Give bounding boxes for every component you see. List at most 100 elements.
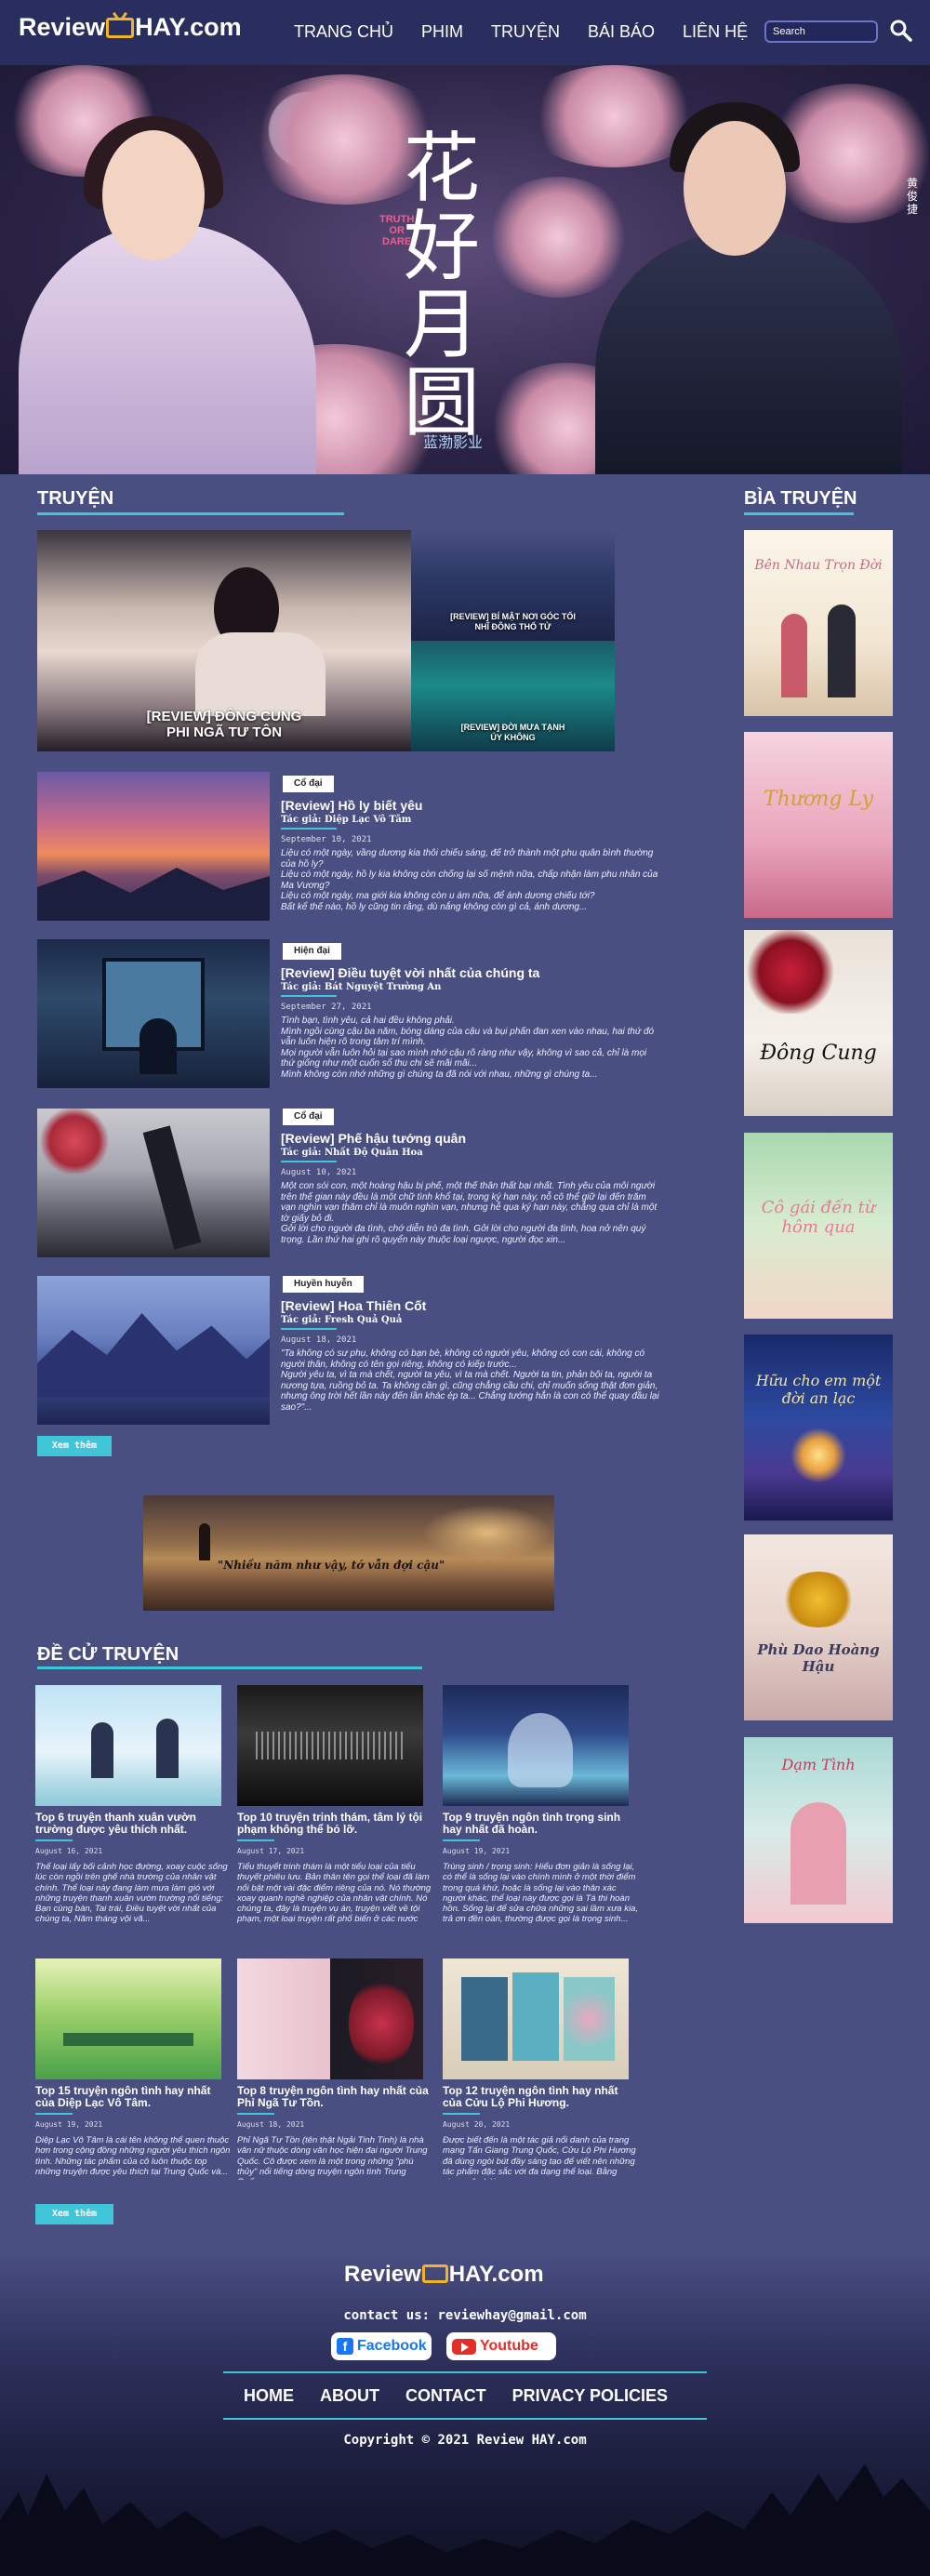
book-cover[interactable]: Phù Dao Hoàng Hậu [744, 1534, 893, 1720]
story-excerpt: Liệu có một ngày, vầng dương kia thôi ch… [281, 848, 658, 912]
recommend-thumbnail[interactable] [35, 1685, 221, 1806]
facebook-button[interactable]: f Facebook [331, 2332, 432, 2360]
featured-story-large-title: [REVIEW] ĐÔNG CUNG PHI NGÃ TƯ TÔN [146, 709, 302, 740]
story-author: Tác giả: Fresh Quả Quả [281, 1315, 403, 1325]
featured-story-large[interactable]: [REVIEW] ĐÔNG CUNG PHI NGÃ TƯ TÔN [37, 530, 411, 751]
cover-title: Đông Cung [760, 1042, 877, 1065]
female-lead-face [102, 130, 205, 260]
recommend-title[interactable]: Top 8 truyện ngôn tình hay nhất của Phỉ … [237, 2085, 432, 2109]
youtube-icon [452, 2339, 476, 2355]
logo-text-left: Review [344, 2262, 421, 2287]
recommend-excerpt: Tiểu thuyết trinh thám là một tiểu loại … [237, 1862, 432, 1925]
recommend-thumbnail[interactable] [443, 1959, 629, 2079]
forest-silhouette [0, 2464, 930, 2576]
story-thumbnail[interactable] [37, 939, 270, 1088]
recommend-title[interactable]: Top 9 truyện ngôn tình trọng sinh hay nh… [443, 1812, 638, 1836]
nav-bai-bao[interactable]: BÁI BÁO [588, 22, 655, 42]
quote-banner[interactable]: "Nhiều năm như vậy, tớ vẫn đợi cậu" [143, 1495, 554, 1611]
story-excerpt: Tình bạn, tình yêu, cả hai đều không phả… [281, 1016, 655, 1080]
footer-copyright: Copyright © 2021 Review HAY.com [343, 2433, 587, 2448]
recommend-thumbnail[interactable] [35, 1959, 221, 2079]
story-thumbnail[interactable] [37, 1109, 270, 1257]
banner-quote: "Nhiều năm như vậy, tớ vẫn đợi cậu" [218, 1559, 445, 1572]
recommend-underline [443, 2113, 480, 2115]
cover-title: Hữu cho em một đời an lạc [755, 1372, 882, 1407]
search-icon[interactable] [889, 19, 913, 43]
facebook-icon: f [337, 2338, 353, 2355]
story-thumbnail[interactable] [37, 772, 270, 921]
genre-badge[interactable]: Hiện đại [283, 943, 341, 960]
genre-badge[interactable]: Cổ đại [283, 776, 334, 792]
story-title[interactable]: [Review] Hồ ly biết yêu [281, 798, 422, 813]
view-more-stories-button[interactable]: Xem thêm [37, 1436, 112, 1456]
footer-link-contact[interactable]: CONTACT [405, 2386, 486, 2406]
site-logo[interactable]: Review HAY.com [19, 13, 242, 42]
book-cover[interactable]: Đông Cung [744, 930, 893, 1116]
recommend-excerpt: Trùng sinh / trọng sinh: Hiểu đơn giản l… [443, 1862, 638, 1925]
book-cover[interactable]: Thương Ly [744, 732, 893, 918]
story-date: September 10, 2021 [281, 835, 372, 844]
cover-title: Phù Dao Hoàng Hậu [757, 1641, 880, 1675]
story-title[interactable]: [Review] Điều tuyệt vời nhất của chúng t… [281, 965, 539, 980]
hero-banner[interactable]: 花好月圆 TRUTH OR DARE 蓝渤影业 黄俊捷 [0, 65, 930, 474]
nav-trang-chu[interactable]: TRANG CHỦ [294, 22, 393, 42]
youtube-button[interactable]: Youtube [446, 2332, 556, 2360]
footer-link-home[interactable]: HOME [244, 2386, 294, 2406]
section-underline [37, 512, 344, 515]
story-author: Tác giả: Bát Nguyệt Trường An [281, 982, 442, 992]
story-title[interactable]: [Review] Hoa Thiên Cốt [281, 1298, 426, 1313]
featured-story-small-1[interactable]: [REVIEW] BÍ MẬT NƠI GÓC TỐI NHĨ ĐÔNG THỐ… [411, 530, 615, 641]
genre-badge[interactable]: Cổ đại [283, 1109, 334, 1125]
recommend-title[interactable]: Top 15 truyện ngôn tình hay nhất của Diệ… [35, 2085, 231, 2109]
recommend-date: August 17, 2021 [237, 1847, 305, 1855]
author-underline [281, 828, 337, 830]
cover-title: Dạm Tình [781, 1756, 856, 1773]
nav-truyen[interactable]: TRUYỆN [491, 22, 560, 42]
youtube-label: Youtube [480, 2338, 538, 2354]
footer-link-about[interactable]: ABOUT [320, 2386, 379, 2406]
recommend-underline [237, 2113, 274, 2115]
book-cover[interactable]: Cô gái đến từ hôm qua [744, 1133, 893, 1319]
footer-link-privacy[interactable]: PRIVACY POLICIES [512, 2386, 668, 2406]
footer-divider [223, 2371, 707, 2373]
tag-truth: TRUTH [379, 214, 415, 225]
story-date: August 18, 2021 [281, 1335, 357, 1345]
story-thumbnail[interactable] [37, 1276, 270, 1425]
recommend-date: August 16, 2021 [35, 1847, 103, 1855]
studio-logo: 蓝渤影业 [423, 435, 484, 451]
recommend-excerpt: Phỉ Ngã Tư Tồn (tên thật Ngải Tinh Tinh)… [237, 2135, 428, 2180]
story-date: September 27, 2021 [281, 1003, 372, 1012]
genre-badge[interactable]: Huyền huyễn [283, 1276, 364, 1293]
section-title-bia-truyen: BÌA TRUYỆN [744, 488, 857, 509]
tag-or: OR [389, 225, 405, 236]
book-cover[interactable]: Bên Nhau Trọn Đời [744, 530, 893, 716]
male-lead-figure [595, 232, 902, 474]
nav-lien-he[interactable]: LIÊN HỆ [683, 22, 748, 42]
story-title[interactable]: [Review] Phế hậu tướng quân [281, 1131, 466, 1146]
recommend-excerpt: Thể loại lấy bối cảnh học đường, xoay cu… [35, 1862, 228, 1925]
featured-story-small-2[interactable]: [REVIEW] ĐỜI MƯA TẠNH ÚY KHÔNG [411, 641, 615, 751]
nav-phim[interactable]: PHIM [421, 22, 463, 42]
recommend-thumbnail[interactable] [237, 1959, 423, 2079]
story-excerpt: "Ta không có sư phụ, không có bạn bè, kh… [281, 1348, 659, 1413]
recommend-thumbnail[interactable] [443, 1685, 629, 1806]
story-author: Tác giả: Diệp Lạc Vô Tâm [281, 815, 412, 825]
cover-title: Cô gái đến từ hôm qua [761, 1198, 876, 1237]
recommend-title[interactable]: Top 12 truyện ngôn tình hay nhất của Cửu… [443, 2085, 638, 2109]
recommend-title[interactable]: Top 6 truyện thanh xuân vườn trường được… [35, 1812, 231, 1836]
search-input[interactable] [764, 20, 878, 43]
story-author: Tác giả: Nhất Độ Quân Hoa [281, 1148, 423, 1158]
section-underline [744, 512, 854, 515]
story-excerpt: Một con sói con, một hoàng hậu bị phế, m… [281, 1181, 658, 1245]
featured-story-small-1-title: [REVIEW] BÍ MẬT NƠI GÓC TỐI NHĨ ĐÔNG THỐ… [450, 612, 576, 631]
recommend-title[interactable]: Top 10 truyện trinh thám, tâm lý tội phạ… [237, 1812, 432, 1836]
story-date: August 10, 2021 [281, 1168, 357, 1177]
logo-text-right: HAY.com [448, 2262, 544, 2287]
view-more-recommend-button[interactable]: Xem thêm [35, 2204, 113, 2224]
footer-contact[interactable]: contact us: reviewhay@gmail.com [307, 2308, 623, 2323]
footer-logo[interactable]: Review HAY.com [344, 2262, 544, 2288]
book-cover[interactable]: Hữu cho em một đời an lạc [744, 1334, 893, 1520]
book-cover[interactable]: Dạm Tình [744, 1737, 893, 1923]
recommend-thumbnail[interactable] [237, 1685, 423, 1806]
recommend-excerpt: Được biết đến là một tác giả nổi danh củ… [443, 2135, 636, 2180]
